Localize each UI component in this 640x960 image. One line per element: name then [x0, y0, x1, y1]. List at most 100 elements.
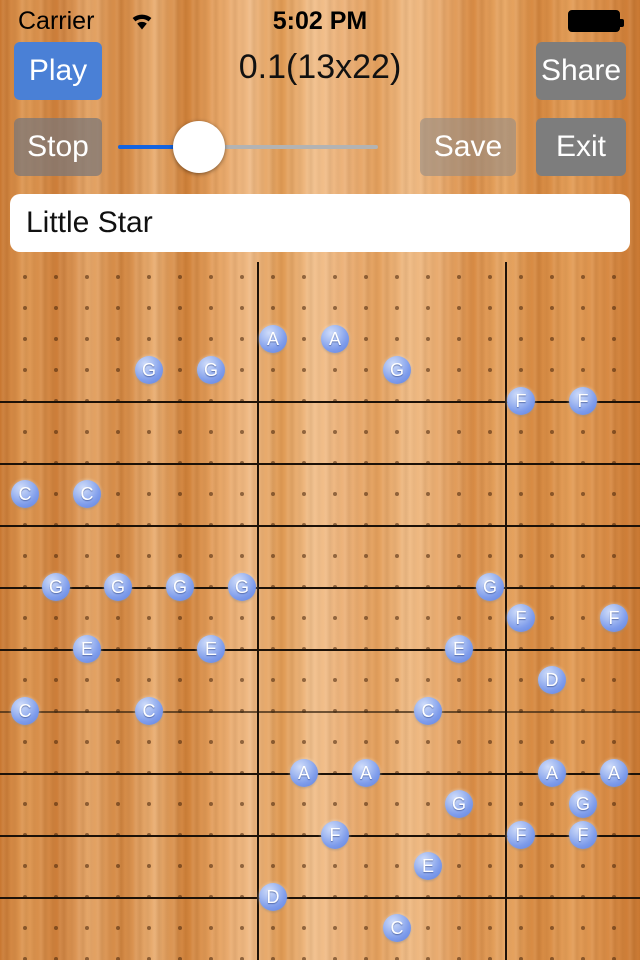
- note-e[interactable]: E: [445, 635, 473, 663]
- note-a[interactable]: A: [259, 325, 287, 353]
- grid-dot: [147, 616, 151, 620]
- grid-dot: [147, 740, 151, 744]
- note-f[interactable]: F: [600, 604, 628, 632]
- grid-dot: [147, 864, 151, 868]
- grid-dot: [519, 678, 523, 682]
- grid-dot: [581, 368, 585, 372]
- grid-dot: [240, 368, 244, 372]
- slider-remaining-track: [198, 145, 378, 149]
- grid-dot: [302, 926, 306, 930]
- grid-dot: [612, 678, 616, 682]
- grid-dot: [178, 802, 182, 806]
- note-g[interactable]: G: [476, 573, 504, 601]
- grid-dot: [302, 616, 306, 620]
- grid-dot: [178, 368, 182, 372]
- note-a[interactable]: A: [352, 759, 380, 787]
- grid-dot: [426, 275, 430, 279]
- exit-button[interactable]: Exit: [536, 118, 626, 176]
- tempo-slider[interactable]: [118, 121, 378, 173]
- note-c[interactable]: C: [11, 697, 39, 725]
- grid-dot: [302, 306, 306, 310]
- note-g[interactable]: G: [383, 356, 411, 384]
- note-d[interactable]: D: [259, 883, 287, 911]
- grid-dot: [550, 337, 554, 341]
- note-f[interactable]: F: [569, 821, 597, 849]
- grid-dot: [457, 740, 461, 744]
- grid-dot: [550, 430, 554, 434]
- note-f[interactable]: F: [507, 604, 535, 632]
- grid-dot: [395, 740, 399, 744]
- note-g[interactable]: G: [166, 573, 194, 601]
- grid-dot: [581, 740, 585, 744]
- grid-dot: [178, 864, 182, 868]
- grid-dot: [116, 492, 120, 496]
- note-g[interactable]: G: [135, 356, 163, 384]
- note-g[interactable]: G: [42, 573, 70, 601]
- grid-dot: [364, 492, 368, 496]
- note-e[interactable]: E: [414, 852, 442, 880]
- slider-thumb[interactable]: [172, 121, 225, 173]
- grid-dot: [519, 306, 523, 310]
- grid-dot: [550, 864, 554, 868]
- grid-dot: [488, 492, 492, 496]
- grid-dot: [178, 430, 182, 434]
- grid-dot: [488, 430, 492, 434]
- grid-dot: [550, 492, 554, 496]
- note-d[interactable]: D: [538, 666, 566, 694]
- note-a[interactable]: A: [600, 759, 628, 787]
- note-g[interactable]: G: [104, 573, 132, 601]
- grid-dot: [178, 306, 182, 310]
- stop-button[interactable]: Stop: [14, 118, 102, 176]
- grid-dot: [333, 275, 337, 279]
- grid-dot: [364, 926, 368, 930]
- grid-dot: [209, 740, 213, 744]
- grid-dot: [550, 616, 554, 620]
- note-c[interactable]: C: [73, 480, 101, 508]
- grid-dot: [364, 554, 368, 558]
- grid-dot: [147, 554, 151, 558]
- grid-dot: [581, 430, 585, 434]
- grid-dot: [54, 492, 58, 496]
- grid-dot: [457, 275, 461, 279]
- note-e[interactable]: E: [73, 635, 101, 663]
- grid-dot: [612, 864, 616, 868]
- note-c[interactable]: C: [414, 697, 442, 725]
- grid-dot: [116, 864, 120, 868]
- grid-dot: [457, 337, 461, 341]
- grid-dot: [240, 306, 244, 310]
- grid-dot: [395, 802, 399, 806]
- note-a[interactable]: A: [538, 759, 566, 787]
- note-f[interactable]: F: [569, 387, 597, 415]
- note-g[interactable]: G: [197, 356, 225, 384]
- grid-dot: [364, 275, 368, 279]
- note-f[interactable]: F: [507, 387, 535, 415]
- note-g[interactable]: G: [445, 790, 473, 818]
- save-button[interactable]: Save: [420, 118, 516, 176]
- grid-dot: [302, 492, 306, 496]
- song-name-input[interactable]: [10, 194, 630, 252]
- grid-dot: [302, 554, 306, 558]
- grid-dot: [519, 802, 523, 806]
- share-button[interactable]: Share: [536, 42, 626, 100]
- grid-dot: [488, 740, 492, 744]
- note-g[interactable]: G: [569, 790, 597, 818]
- play-button[interactable]: Play: [14, 42, 102, 100]
- grid-dot: [302, 740, 306, 744]
- note-c[interactable]: C: [135, 697, 163, 725]
- note-f[interactable]: F: [321, 821, 349, 849]
- note-c[interactable]: C: [11, 480, 39, 508]
- note-grid[interactable]: AAGGGFFCCGGGGGFFEEEDCCCAAAAGGFFFEDC: [0, 262, 640, 960]
- grid-dot: [488, 337, 492, 341]
- staff-line: [0, 897, 640, 899]
- grid-dot: [333, 368, 337, 372]
- grid-dot: [271, 492, 275, 496]
- grid-dot: [116, 337, 120, 341]
- note-a[interactable]: A: [321, 325, 349, 353]
- note-e[interactable]: E: [197, 635, 225, 663]
- note-f[interactable]: F: [507, 821, 535, 849]
- note-g[interactable]: G: [228, 573, 256, 601]
- grid-dot: [271, 740, 275, 744]
- note-a[interactable]: A: [290, 759, 318, 787]
- note-c[interactable]: C: [383, 914, 411, 942]
- grid-dot: [426, 430, 430, 434]
